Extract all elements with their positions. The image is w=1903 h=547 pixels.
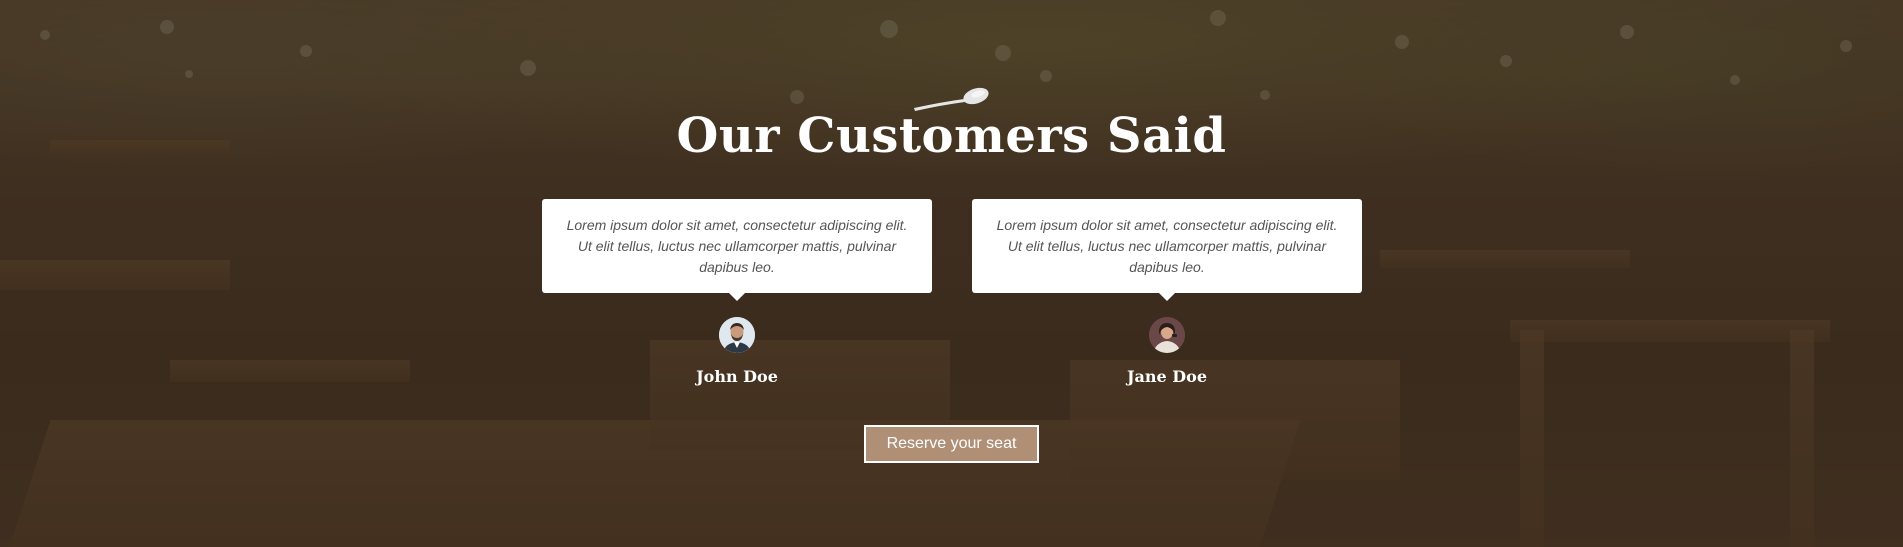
section-title: Our Customers Said	[676, 108, 1227, 164]
testimonial-quote: Lorem ipsum dolor sit amet, consectetur …	[566, 217, 908, 275]
avatar	[1149, 317, 1185, 353]
testimonial-quote: Lorem ipsum dolor sit amet, consectetur …	[996, 217, 1338, 275]
testimonial-card: Lorem ipsum dolor sit amet, consectetur …	[972, 199, 1362, 301]
testimonial-author: John Doe	[696, 367, 778, 386]
reserve-seat-button[interactable]: Reserve your seat	[864, 425, 1039, 463]
testimonials-section: Our Customers Said Lorem ipsum dolor sit…	[0, 0, 1903, 547]
testimonial-card: Lorem ipsum dolor sit amet, consectetur …	[542, 199, 932, 301]
avatar	[719, 317, 755, 353]
testimonial-author: Jane Doe	[1126, 367, 1208, 386]
